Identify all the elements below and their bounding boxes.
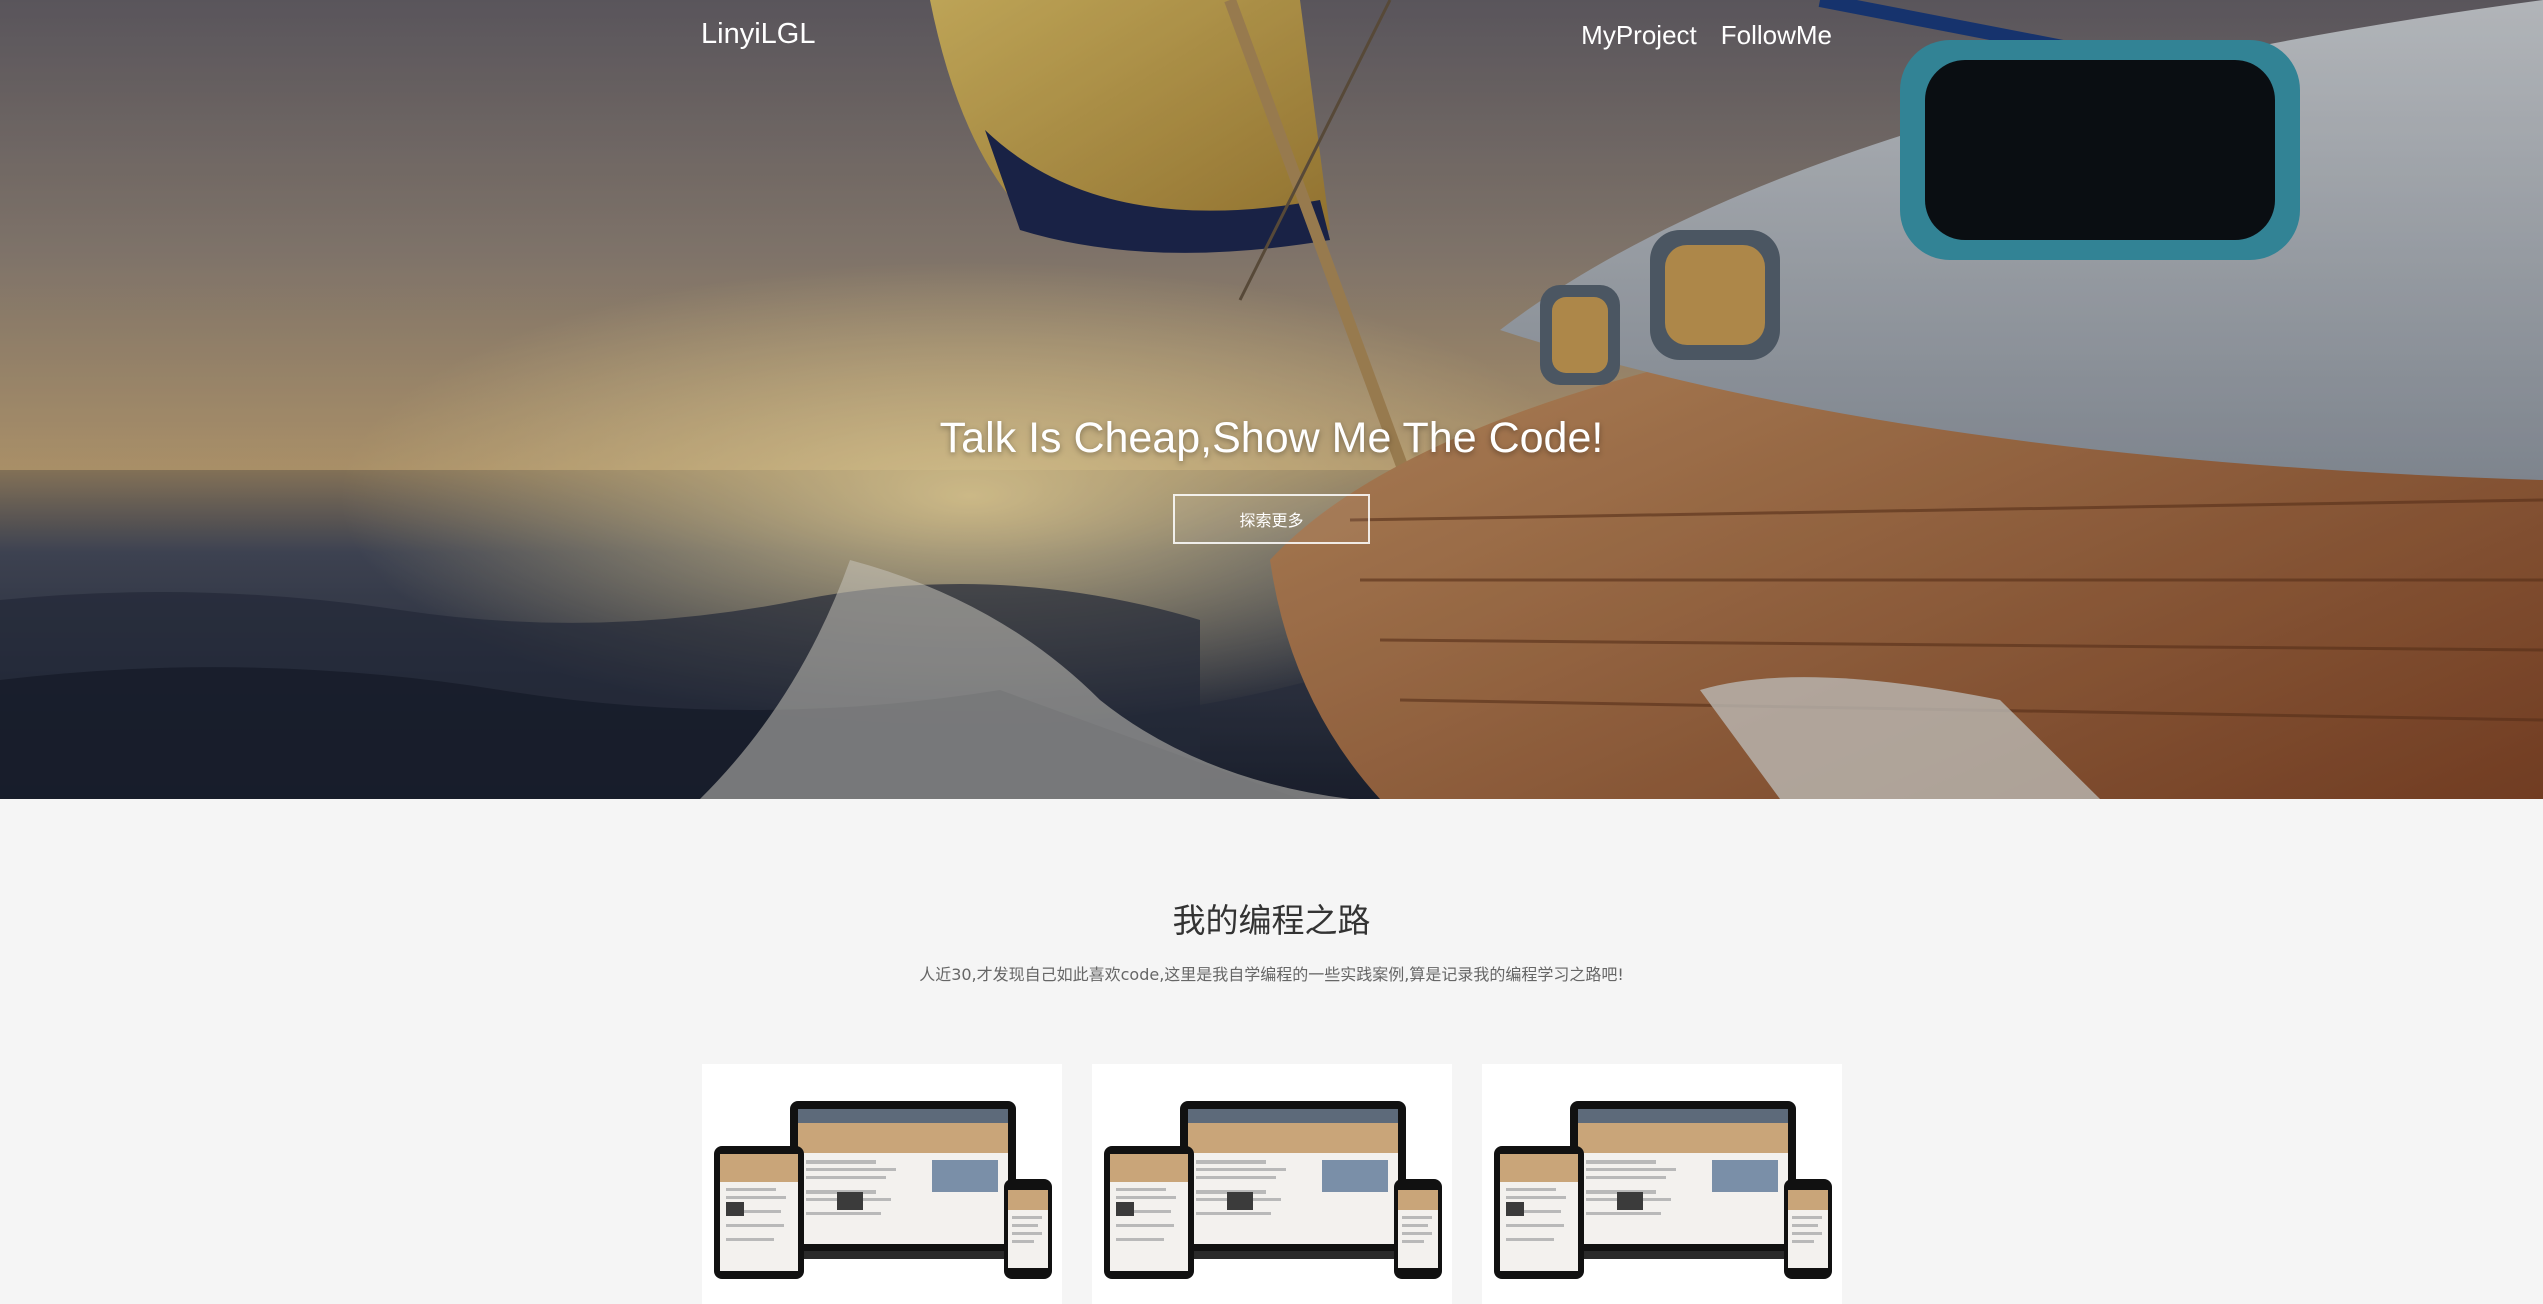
nav-link-myproject[interactable]: MyProject bbox=[1581, 20, 1697, 51]
project-card[interactable] bbox=[702, 1064, 1062, 1304]
hero-banner: LinyiLGL MyProject FollowMe Talk Is Chea… bbox=[0, 0, 2543, 799]
devices-mockup-image bbox=[1092, 1064, 1452, 1304]
projects-section: 我的编程之路 人近30,才发现自己如此喜欢code,这里是我自学编程的一些实践案… bbox=[0, 799, 2543, 1304]
top-nav: LinyiLGL MyProject FollowMe bbox=[0, 0, 2543, 74]
project-card[interactable] bbox=[1092, 1064, 1452, 1304]
nav-links: MyProject FollowMe bbox=[1581, 20, 1832, 51]
hero-overlay bbox=[0, 0, 2543, 799]
devices-mockup-image bbox=[1482, 1064, 1842, 1304]
hero-title: Talk Is Cheap,Show Me The Code! bbox=[939, 414, 1604, 462]
project-card[interactable] bbox=[1482, 1064, 1842, 1304]
section-description: 人近30,才发现自己如此喜欢code,这里是我自学编程的一些实践案例,算是记录我… bbox=[919, 965, 1624, 984]
brand-logo[interactable]: LinyiLGL bbox=[701, 18, 815, 51]
devices-mockup-image bbox=[702, 1064, 1062, 1304]
nav-link-followme[interactable]: FollowMe bbox=[1721, 20, 1832, 51]
project-cards bbox=[702, 1064, 1842, 1304]
section-title: 我的编程之路 bbox=[1172, 901, 1371, 940]
explore-more-button[interactable]: 探索更多 bbox=[1173, 494, 1370, 544]
